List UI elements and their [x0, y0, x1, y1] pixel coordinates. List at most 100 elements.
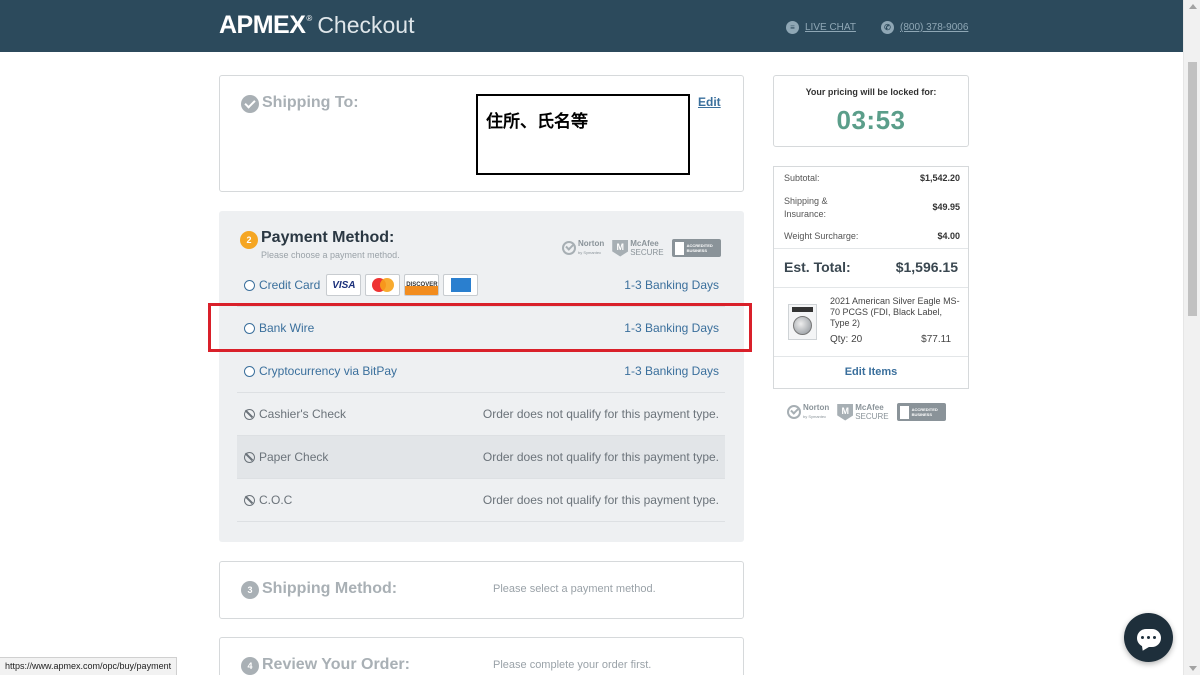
card-brand-logos: VISA DISCOVER: [326, 274, 479, 296]
norton-label: Norton: [578, 239, 605, 248]
review-order-card: 4 Review Your Order: Please complete you…: [219, 637, 744, 675]
scrollbar-thumb[interactable]: [1188, 62, 1197, 316]
shipping-value: $49.95: [932, 202, 960, 212]
norton-seal: Norton by Symantec: [562, 239, 604, 257]
phone-number: (800) 378-9006: [900, 22, 969, 33]
mcafee-secure-label: SECURE: [630, 248, 664, 257]
review-order-note: Please complete your order first.: [493, 659, 652, 671]
payment-method-subtitle: Please choose a payment method.: [261, 250, 400, 260]
step-badge: 4: [241, 657, 259, 675]
sidebar-trust-seals: Norton by Symantec M McAfee SECURE ACCREDI…: [787, 403, 946, 421]
bbb-seal: ACCREDITED BUSINESS: [671, 239, 721, 257]
live-chat-label: LIVE CHAT: [805, 22, 856, 33]
shipping-method-note: Please select a payment method.: [493, 583, 656, 595]
product-thumbnail[interactable]: [788, 304, 817, 340]
shipping-label-line2: Insurance:: [784, 209, 827, 219]
subtotal-label: Subtotal:: [784, 173, 820, 183]
item-name: 2021 American Silver Eagle MS-70 PCGS (F…: [830, 296, 960, 328]
payment-option-detail: Order does not qualify for this payment …: [482, 407, 719, 421]
logo-section-label: Checkout: [317, 12, 415, 38]
est-total-value: $1,596.15: [895, 259, 958, 275]
review-order-title: Review Your Order:: [262, 656, 410, 673]
norton-check-icon: [787, 405, 801, 419]
not-allowed-icon: [244, 494, 255, 506]
bbb-torch-icon: [674, 241, 684, 255]
weight-surcharge-row: Weight Surcharge: $4.00: [784, 231, 960, 241]
amex-icon: [443, 274, 479, 296]
scroll-up-icon[interactable]: [1189, 4, 1197, 9]
chat-launcher-button[interactable]: [1124, 613, 1173, 662]
shipping-row: Shipping & Insurance: $49.95: [784, 195, 960, 221]
shipping-method-title: Shipping Method:: [262, 580, 398, 597]
shipping-method-card: 3 Shipping Method: Please select a payme…: [219, 561, 744, 619]
shipping-label-line1: Shipping &: [784, 196, 828, 206]
payment-option-crypto[interactable]: Cryptocurrency via BitPay 1-3 Banking Da…: [237, 350, 725, 393]
mcafee-seal: M McAfee SECURE: [612, 239, 664, 257]
divider: [774, 248, 968, 249]
vertical-scrollbar[interactable]: [1183, 0, 1200, 675]
payment-option-coc: C.O.C Order does not qualify for this pa…: [237, 479, 725, 522]
payment-option-label: Credit Card: [259, 278, 321, 292]
bbb-seal: ACCREDITED BUSINESS: [896, 403, 946, 421]
timer-countdown: 03:53: [836, 105, 906, 135]
phone-link[interactable]: ✆ (800) 378-9006: [881, 21, 968, 34]
logo-brand: APMEX: [219, 11, 306, 39]
bbb-business: BUSINESS: [686, 248, 708, 253]
mcafee-seal: M McAfee SECURE: [837, 403, 889, 421]
bbb-torch-icon: [899, 405, 909, 419]
price-lock-timer: Your pricing will be locked for: 03:53: [773, 75, 969, 147]
payment-option-cashiers-check: Cashier's Check Order does not qualify f…: [237, 393, 725, 436]
step-badge: 2: [240, 231, 258, 249]
payment-method-card: 2 Payment Method: Please choose a paymen…: [219, 211, 744, 542]
not-allowed-icon: [244, 451, 255, 463]
payment-option-label: Cashier's Check: [259, 407, 346, 421]
phone-icon: ✆: [881, 21, 894, 34]
discover-icon: DISCOVER: [404, 274, 440, 296]
address-redaction-box: 住所、氏名等: [476, 94, 690, 175]
subtotal-row: Subtotal: $1,542.20: [784, 173, 960, 183]
divider: [774, 287, 968, 288]
mcafee-label: McAfee: [855, 403, 884, 412]
weight-value: $4.00: [937, 231, 960, 241]
edit-items-link[interactable]: Edit Items: [774, 366, 968, 378]
radio-button[interactable]: [244, 279, 255, 291]
payment-option-label: C.O.C: [259, 493, 293, 507]
est-total-label: Est. Total:: [784, 259, 851, 275]
shipping-to-title: Shipping To:: [262, 94, 359, 111]
subtotal-value: $1,542.20: [919, 173, 960, 183]
chat-bubble-icon: [1136, 628, 1161, 647]
norton-check-icon: [562, 241, 576, 255]
edit-shipping-link[interactable]: Edit: [698, 95, 721, 109]
scroll-down-icon[interactable]: [1189, 666, 1197, 671]
timer-label: Your pricing will be locked for:: [805, 87, 937, 97]
payment-option-detail: 1-3 Banking Days: [624, 364, 719, 378]
norton-label: Norton: [803, 403, 830, 412]
payment-option-label: Paper Check: [259, 450, 329, 464]
weight-label: Weight Surcharge:: [784, 231, 859, 241]
live-chat-link[interactable]: ≡ LIVE CHAT: [786, 21, 856, 34]
logo-registered-mark: ®: [306, 14, 313, 23]
apmex-logo[interactable]: APMEX ® Checkout: [219, 11, 414, 40]
item-price: $77.11: [921, 334, 951, 345]
mcafee-shield-icon: M: [612, 239, 629, 257]
chat-icon: ≡: [786, 21, 799, 34]
norton-seal: Norton by Symantec: [787, 403, 829, 421]
payment-option-detail: 1-3 Banking Days: [624, 278, 719, 292]
order-summary: Subtotal: $1,542.20 Shipping & Insurance…: [773, 166, 969, 389]
divider: [774, 356, 968, 357]
radio-button[interactable]: [244, 365, 255, 377]
payment-option-credit-card[interactable]: Credit Card VISA DISCOVER 1-3 Banking Da…: [237, 264, 725, 307]
payment-option-label: Cryptocurrency via BitPay: [259, 364, 398, 378]
payment-option-detail: Order does not qualify for this payment …: [482, 493, 719, 507]
coin-image: [793, 315, 812, 335]
mcafee-secure-label: SECURE: [855, 412, 889, 421]
step-badge: 3: [241, 581, 259, 599]
mcafee-shield-icon: M: [837, 403, 854, 421]
payment-option-detail: Order does not qualify for this payment …: [482, 450, 719, 464]
item-quantity: Qty: 20: [830, 334, 863, 345]
mcafee-label: McAfee: [630, 239, 659, 248]
top-header: APMEX ® Checkout ≡ LIVE CHAT ✆ (800) 378…: [0, 0, 1200, 52]
not-allowed-icon: [244, 408, 255, 420]
bank-wire-highlight-box: [208, 303, 752, 352]
norton-sublabel: by Symantec: [578, 250, 602, 255]
